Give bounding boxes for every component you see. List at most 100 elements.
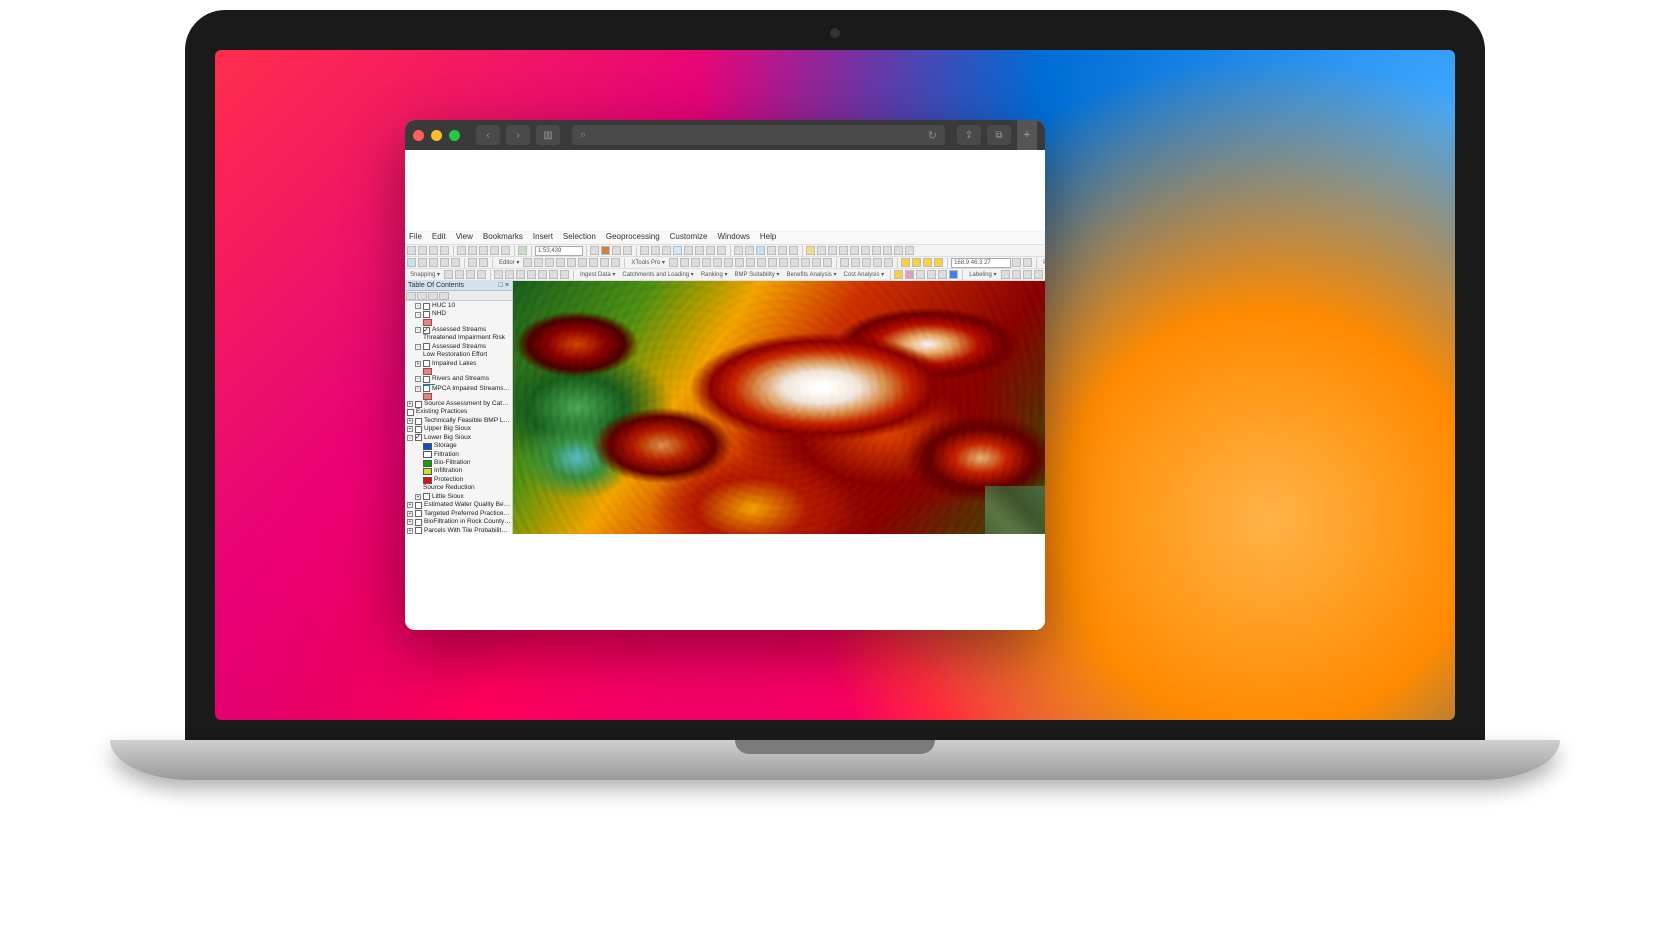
fixed-zoom-out-icon[interactable] [695,246,704,255]
xtools-icon[interactable] [801,258,810,267]
expand-toggle-icon[interactable]: + [407,511,413,517]
tool-icon[interactable] [894,246,903,255]
xtools-icon[interactable] [790,258,799,267]
menu-geoprocessing[interactable]: Geoprocessing [606,232,660,241]
select-icon[interactable] [734,246,743,255]
expand-toggle-icon[interactable]: - [415,312,421,318]
tool-icon[interactable] [479,258,488,267]
tool-icon[interactable] [894,270,903,279]
label-icon[interactable] [1001,270,1010,279]
xtools-icon[interactable] [724,258,733,267]
grid-icon[interactable] [440,258,449,267]
layer-tree-item[interactable]: -Rivers and Streams [405,375,512,383]
copy-icon[interactable] [468,246,477,255]
tabs-button[interactable]: ⧉ [987,125,1011,145]
expand-toggle-icon[interactable]: - [415,327,421,333]
table-of-contents-panel[interactable]: Table Of Contents □ × -HUC 10-NHD-Assess… [405,281,513,534]
layer-tree-item[interactable]: -MPCA Impaired Streams (2016) [405,385,512,393]
open-icon[interactable] [418,246,427,255]
georef-icon[interactable] [923,258,932,267]
cost-analysis-dropdown[interactable]: Cost Analysis ▾ [843,271,884,278]
xtools-icon[interactable] [669,258,678,267]
layer-tree-item[interactable]: +Targeted Preferred Practices (Sediment … [405,510,512,518]
tool-icon[interactable] [850,246,859,255]
layer-tree-item[interactable]: +BioFiltration in Rock County (TN Reduct… [405,518,512,526]
layer-visibility-checkbox[interactable] [423,303,430,310]
menu-insert[interactable]: Insert [533,232,553,241]
menu-file[interactable]: File [409,232,422,241]
expand-toggle-icon[interactable]: + [407,519,413,525]
layer-tree-item[interactable]: +Source Assessment by Catchment [405,400,512,408]
list-by-drawing-icon[interactable] [406,292,416,300]
expand-toggle-icon[interactable]: - [415,303,421,309]
xtools-icon[interactable] [779,258,788,267]
toc-icon[interactable] [828,246,837,255]
search-icon[interactable] [817,246,826,255]
xtools-icon[interactable] [691,258,700,267]
tool-icon[interactable] [873,258,882,267]
toc-title-bar[interactable]: Table Of Contents □ × [405,281,512,291]
xtools-icon[interactable] [713,258,722,267]
info-icon[interactable] [949,270,958,279]
new-tab-button[interactable]: + [1017,120,1037,150]
layer-tree-item[interactable]: Storage [405,442,512,450]
expand-toggle-icon[interactable]: + [415,361,421,367]
editor-dropdown[interactable]: Editor ▾ [499,259,519,266]
expand-toggle-icon[interactable]: + [407,528,413,534]
gis-menubar[interactable]: FileEditViewBookmarksInsertSelectionGeop… [405,230,1045,245]
identify-icon[interactable] [756,246,765,255]
layer-visibility-checkbox[interactable] [423,343,430,350]
layer-tree-item[interactable]: Bio-Filtration [405,459,512,467]
pagetext-dropdown[interactable]: Page Text ▾ [1043,259,1045,266]
georef-icon[interactable] [934,258,943,267]
tool-icon[interactable] [851,258,860,267]
expand-toggle-icon[interactable]: + [407,401,413,407]
layer-visibility-checkbox[interactable] [407,409,414,416]
find-icon[interactable] [767,246,776,255]
cut-icon[interactable] [457,246,466,255]
zoom-in-icon[interactable] [640,246,649,255]
layer-visibility-checkbox[interactable] [415,502,422,509]
layer-visibility-checkbox[interactable] [415,510,422,517]
label-icon[interactable] [1012,270,1021,279]
measure-icon[interactable] [789,246,798,255]
save-icon[interactable] [429,246,438,255]
tool-icon[interactable] [516,270,525,279]
georef-icon[interactable] [901,258,910,267]
label-icon[interactable] [1023,270,1032,279]
expand-toggle-icon[interactable]: - [415,376,421,382]
layer-tree-item[interactable]: +Estimated Water Quality Benefits (Sedim… [405,501,512,509]
menu-selection[interactable]: Selection [563,232,596,241]
menu-bookmarks[interactable]: Bookmarks [483,232,523,241]
new-icon[interactable] [407,246,416,255]
sidebar-toggle-button[interactable]: ▥ [536,125,560,145]
tool-icon[interactable] [927,270,936,279]
cut-polygons-icon[interactable] [556,258,565,267]
xtools-icon[interactable] [812,258,821,267]
tool-icon[interactable] [840,258,849,267]
menu-windows[interactable]: Windows [717,232,749,241]
layer-tree-item[interactable]: +Upper Big Sioux [405,425,512,433]
tool-icon[interactable] [916,270,925,279]
layer-tree-item[interactable]: -Assessed Streams [405,326,512,334]
list-by-selection-icon[interactable] [439,292,449,300]
layer-visibility-checkbox[interactable] [415,434,422,441]
layer-tree-item[interactable]: +Little Sioux [405,493,512,501]
layer-visibility-checkbox[interactable] [423,311,430,318]
layer-tree-item[interactable]: Filtration [405,451,512,459]
snapping-dropdown[interactable]: Snapping ▾ [410,271,440,278]
tool-icon[interactable] [494,270,503,279]
forward-button[interactable]: › [506,125,530,145]
expand-toggle-icon[interactable]: + [407,418,413,424]
xtools-icon[interactable] [823,258,832,267]
prev-extent-icon[interactable] [706,246,715,255]
layer-tree-item[interactable]: +Technically Feasible BMP Locations By P… [405,417,512,425]
layer-visibility-checkbox[interactable] [423,493,430,500]
zoom-world-icon[interactable] [407,258,416,267]
expand-toggle-icon[interactable]: - [407,435,413,441]
reload-icon[interactable]: ↻ [928,129,937,142]
split-icon[interactable] [567,258,576,267]
tool-icon[interactable] [872,246,881,255]
map-scale-selector[interactable]: 1:53,439 [535,246,583,256]
xtools-icon[interactable] [735,258,744,267]
